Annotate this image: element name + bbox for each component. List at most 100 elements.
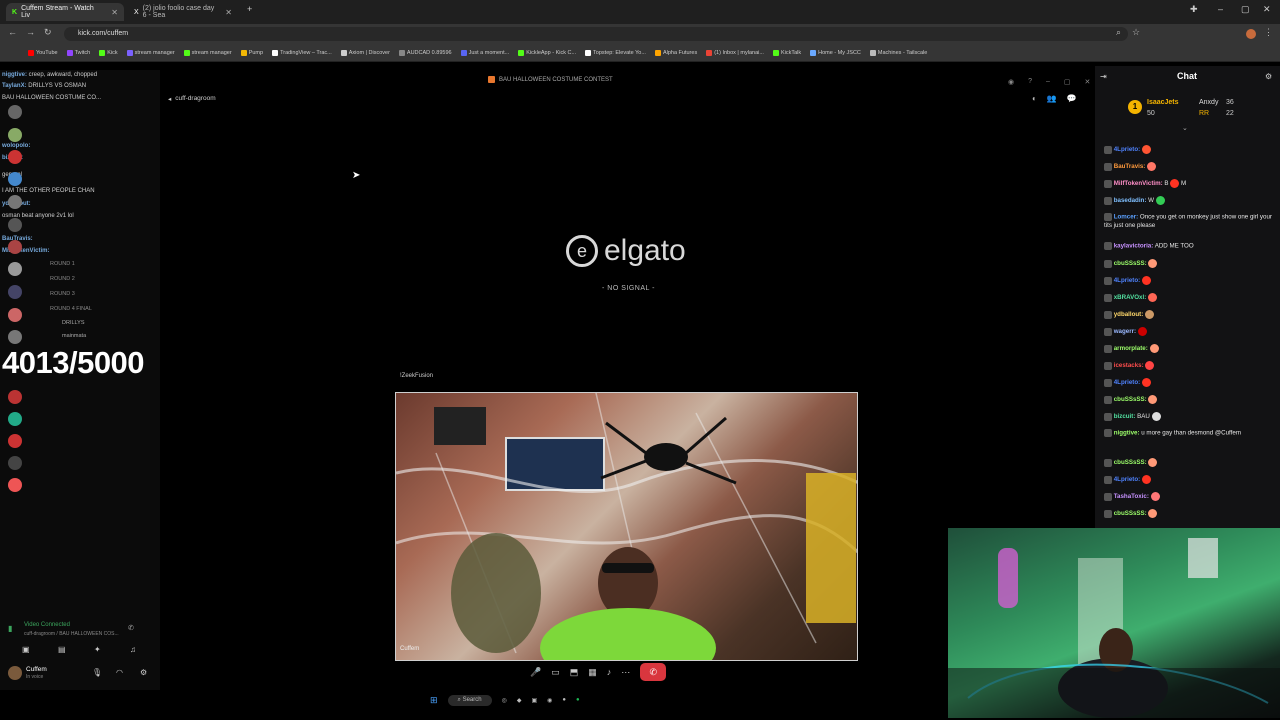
maximize-icon[interactable]: ▢: [1241, 4, 1250, 15]
chat-username[interactable]: basedadin:: [1114, 197, 1147, 204]
activity-icon[interactable]: ◐: [1032, 94, 1037, 103]
camera-icon[interactable]: ▭: [551, 667, 560, 678]
chat-username[interactable]: TashaToxic:: [1114, 493, 1149, 500]
round-channel[interactable]: ROUND 4 FINAL: [50, 306, 92, 312]
activities-icon[interactable]: ▦: [588, 667, 597, 678]
member-avatar[interactable]: [8, 390, 22, 404]
chat-username[interactable]: cbuSSsSS:: [1114, 396, 1147, 403]
bookmark-item[interactable]: stream manager: [183, 49, 232, 56]
member-avatar[interactable]: [8, 456, 22, 470]
member-avatar[interactable]: [8, 262, 22, 276]
member-avatar[interactable]: [8, 434, 22, 448]
chat-username[interactable]: 4Lprieto:: [1114, 277, 1140, 284]
settings-gear-icon[interactable]: ⚙: [140, 668, 147, 677]
chat-username[interactable]: kaylavictoria:: [1114, 243, 1154, 250]
chat-bubble-icon[interactable]: 💬: [1067, 94, 1077, 103]
chat-username[interactable]: 4Lprieto:: [1114, 146, 1140, 153]
member-avatar[interactable]: [8, 150, 22, 164]
camera-toggle-icon[interactable]: ▣: [22, 645, 30, 654]
tab-close-icon[interactable]: ✕: [111, 8, 118, 17]
minimize-icon[interactable]: –: [1218, 4, 1223, 14]
bookmark-item[interactable]: KickleApp - Kick C...: [518, 49, 576, 56]
chat-username[interactable]: Lomcer:: [1114, 214, 1138, 221]
tab-close-icon[interactable]: ✕: [225, 8, 232, 17]
more-options-icon[interactable]: ⋯: [621, 667, 630, 678]
bookmark-item[interactable]: Just a moment...: [460, 49, 509, 56]
chat-username[interactable]: cbuSSsSS:: [1114, 459, 1147, 466]
mute-mic-icon[interactable]: 🎤: [530, 667, 541, 678]
tab-x-search[interactable]: X (2) jolio foolio case day 6 - Sea ✕: [128, 3, 238, 21]
spotify-icon[interactable]: ●: [576, 697, 580, 703]
bookmark-star-icon[interactable]: ☆: [1132, 27, 1140, 38]
bookmark-item[interactable]: YouTube: [28, 49, 58, 56]
chrome-icon[interactable]: ◎: [502, 697, 507, 704]
tab-cuffem-stream[interactable]: K Cuffem Stream - Watch Liv ✕: [6, 3, 124, 21]
member-avatar[interactable]: [8, 240, 22, 254]
screen-share-icon[interactable]: ▤: [58, 645, 66, 654]
member-avatar[interactable]: [8, 412, 22, 426]
activities-icon[interactable]: ✦: [94, 645, 101, 654]
chat-username[interactable]: ydballout:: [1114, 311, 1144, 318]
url-input[interactable]: kick.com/cuffem: [64, 27, 1128, 41]
member-avatar[interactable]: [8, 478, 22, 492]
share-screen-icon[interactable]: ⬒: [570, 667, 579, 678]
member-avatar[interactable]: [8, 128, 22, 142]
round-channel[interactable]: ROUND 1: [50, 261, 75, 267]
record-icon[interactable]: ◉: [1008, 78, 1014, 86]
hang-up-button[interactable]: ✆: [640, 663, 667, 681]
bookmark-item[interactable]: TradingView – Trac...: [272, 49, 332, 56]
profile-avatar-icon[interactable]: [1246, 29, 1256, 39]
chat-username[interactable]: icestacks:: [1114, 362, 1144, 369]
zoom-icon[interactable]: ⌕: [1116, 27, 1121, 38]
chat-username[interactable]: BauTravis:: [1114, 163, 1146, 170]
bookmark-item[interactable]: Topstep: Elevate Yo...: [585, 49, 646, 56]
mic-icon[interactable]: 🎙: [92, 668, 102, 677]
members-icon[interactable]: 👥: [1047, 94, 1057, 103]
bookmark-item[interactable]: Alpha Futures: [654, 49, 697, 56]
round-channel[interactable]: ROUND 2: [50, 276, 75, 282]
chat-username[interactable]: xBRAVOxl:: [1114, 294, 1147, 301]
soundboard-icon[interactable]: ♪: [607, 667, 612, 677]
new-tab-icon[interactable]: +: [247, 4, 252, 14]
chat-username[interactable]: wagerr:: [1114, 328, 1136, 335]
app-icon[interactable]: ▣: [531, 697, 537, 704]
chat-username[interactable]: 4Lprieto:: [1114, 379, 1140, 386]
chat-settings-icon[interactable]: ⚙: [1265, 72, 1272, 81]
member-avatar[interactable]: [8, 308, 22, 322]
bookmark-item[interactable]: stream manager: [126, 49, 175, 56]
maximize-icon[interactable]: ▢: [1064, 78, 1071, 86]
collapse-chat-icon[interactable]: ⇥: [1100, 72, 1107, 81]
bookmark-item[interactable]: Pump: [240, 49, 263, 56]
chat-username[interactable]: niggtive:: [1114, 430, 1140, 437]
minimize-icon[interactable]: –: [1046, 78, 1050, 86]
close-icon[interactable]: ✕: [1085, 78, 1091, 86]
windows-start-icon[interactable]: ⊞: [430, 695, 438, 706]
disconnect-icon[interactable]: ✆: [128, 624, 134, 632]
chat-username[interactable]: 4Lprieto:: [1114, 476, 1140, 483]
bookmark-item[interactable]: Kick: [99, 49, 118, 56]
headphones-icon[interactable]: ◠: [116, 668, 123, 677]
help-icon[interactable]: ?: [1028, 78, 1032, 86]
bookmark-item[interactable]: Axiom | Discover: [340, 49, 390, 56]
chat-username[interactable]: bizcuit:: [1114, 413, 1136, 420]
bookmark-item[interactable]: AUDCAD 0.89596: [398, 49, 452, 56]
round-channel[interactable]: ROUND 3: [50, 291, 75, 297]
chat-username[interactable]: armorplate:: [1114, 345, 1148, 352]
discord-icon[interactable]: ◉: [547, 697, 552, 704]
bookmark-item[interactable]: (1) Inbox | mylanai...: [706, 49, 764, 56]
menu-icon[interactable]: ⋮: [1264, 27, 1273, 38]
member-avatar[interactable]: [8, 285, 22, 299]
taskbar-search[interactable]: ⌕ Search: [447, 694, 492, 706]
forward-icon[interactable]: →: [26, 27, 35, 37]
obs-icon[interactable]: ●: [562, 697, 566, 703]
reload-icon[interactable]: ↻: [44, 27, 52, 38]
back-icon[interactable]: ←: [8, 27, 17, 37]
bookmark-item[interactable]: KickTalk: [772, 49, 801, 56]
member-avatar[interactable]: [8, 330, 22, 344]
member-avatar[interactable]: [8, 195, 22, 209]
bookmark-item[interactable]: Home - My JSCC: [810, 49, 861, 56]
steam-icon[interactable]: ◆: [517, 697, 522, 704]
member-avatar[interactable]: [8, 218, 22, 232]
member-avatar[interactable]: [8, 105, 22, 119]
chat-username[interactable]: cbuSSsSS:: [1114, 260, 1147, 267]
